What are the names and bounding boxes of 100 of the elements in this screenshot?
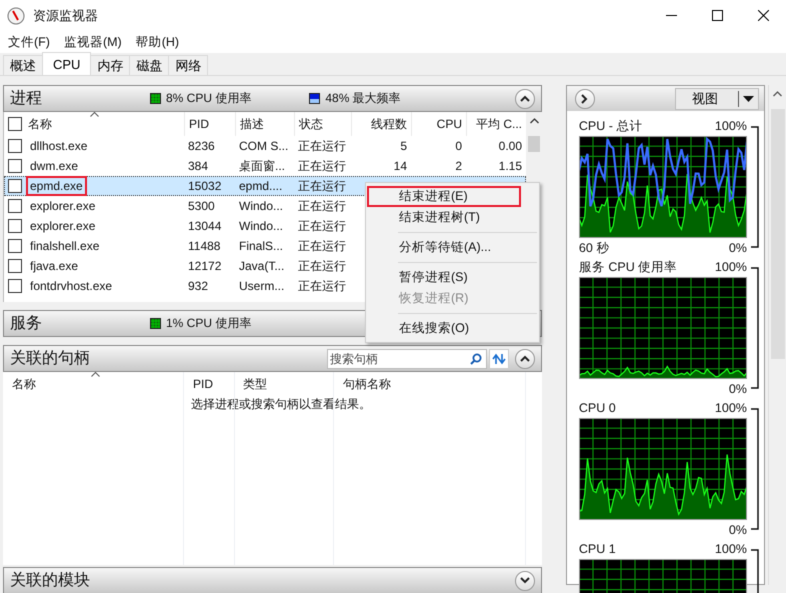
expand-button[interactable] [515, 570, 535, 590]
graph-title: CPU 0 [578, 401, 616, 415]
checkbox[interactable] [8, 159, 22, 173]
maximize-icon [712, 10, 722, 21]
column-header[interactable]: 句柄名称 [339, 372, 395, 396]
table-cell-text: 0 [454, 138, 463, 155]
section-title: 关联的句柄 [10, 348, 91, 369]
checkbox[interactable] [8, 199, 22, 213]
checkbox[interactable] [8, 179, 22, 193]
table-cell-text: Userm... [238, 278, 286, 295]
table-cell-text: 12172 [187, 258, 222, 275]
dropdown-arrow-icon [743, 96, 754, 102]
view-dropdown[interactable]: 视图 [675, 88, 760, 110]
table-cell-text: 384 [187, 158, 210, 175]
stat-text: 8% CPU 使用率 [166, 90, 252, 107]
table-cell-text: 932 [187, 278, 210, 295]
section-header[interactable]: 关联的模块 [3, 567, 542, 593]
menu-item[interactable]: 暂停进程(S) [366, 267, 539, 288]
search-icon [470, 352, 482, 364]
tab[interactable]: 内存 [90, 55, 130, 75]
section-title: 关联的模块 [10, 570, 91, 591]
menu-item[interactable]: 分析等待链(A)... [366, 237, 539, 258]
checkbox[interactable] [8, 259, 22, 273]
table-cell-text: 14 [392, 158, 408, 175]
column-header[interactable]: 状态 [294, 112, 351, 136]
table-cell-text: fontdrvhost.exe [29, 278, 114, 294]
table-cell-text: 2 [454, 158, 463, 175]
menu-item[interactable]: 在线搜索(O) [366, 318, 539, 339]
table-cell-text: dllhost.exe [29, 138, 88, 154]
menu-item[interactable]: 文件(F) [8, 34, 50, 50]
column-header[interactable]: 类型 [239, 372, 271, 396]
table-cell-text: FinalS... [238, 238, 284, 255]
table-cell-text: Windo... [238, 198, 284, 215]
graph-title: CPU 1 [578, 542, 616, 556]
table-cell-text: explorer.exe [29, 198, 96, 214]
checkbox[interactable] [8, 117, 22, 131]
column-header[interactable]: PID [184, 112, 235, 136]
section-title: 服务 [10, 314, 43, 334]
checkbox[interactable] [8, 279, 22, 293]
table-cell-text: 正在运行 [297, 158, 347, 174]
graph-max-label: 100% [714, 401, 747, 415]
tab[interactable]: CPU [42, 52, 92, 75]
stat-text: 48% 最大频率 [325, 90, 401, 107]
table-cell-text: explorer.exe [29, 218, 96, 234]
table-cell-text: 1.15 [498, 158, 523, 175]
section-header[interactable]: 进程 8% CPU 使用率 48% 最大频率 [3, 85, 542, 112]
expand-button[interactable] [574, 88, 595, 108]
collapse-button[interactable] [515, 348, 535, 368]
graph-title: CPU - 总计 [578, 118, 642, 134]
section-title: 进程 [10, 88, 43, 109]
section-header[interactable]: 关联的句柄 搜索句柄 [3, 345, 542, 372]
table-cell-text: 正在运行 [297, 218, 347, 234]
table-cell-text: 5 [399, 138, 408, 155]
table-cell-text: dwm.exe [29, 158, 80, 174]
checkbox[interactable] [8, 219, 22, 233]
table-cell-text: epmd.... [238, 178, 284, 195]
column-header[interactable]: 线程数 [351, 112, 411, 136]
column-header[interactable]: PID [189, 372, 218, 396]
checkbox[interactable] [8, 239, 22, 253]
sort-caret-icon [90, 112, 99, 117]
tab[interactable]: 概述 [3, 55, 43, 75]
table-cell-text: 桌面窗... [238, 158, 286, 174]
tab[interactable]: 网络 [168, 55, 208, 75]
table-cell-text: 正在运行 [297, 198, 347, 214]
checkbox[interactable] [8, 139, 22, 153]
chevron-up-icon [520, 355, 530, 362]
table-cell-text: 5300 [187, 198, 216, 215]
table-cell-text: 正在运行 [297, 278, 347, 294]
column-header[interactable]: 描述 [235, 112, 294, 136]
column-header[interactable]: 名称 [28, 116, 52, 132]
refresh-arrows-icon [492, 352, 506, 364]
graph-min-label: 0% [728, 241, 747, 255]
table-cell-text: COM S... [238, 138, 290, 155]
graph-title: 服务 CPU 使用率 [578, 258, 678, 276]
chevron-up-icon [520, 95, 530, 102]
collapse-button[interactable] [515, 88, 535, 108]
chevron-down-icon [520, 577, 530, 584]
graph-min-label: 0% [728, 382, 747, 396]
menu-item[interactable]: 帮助(H) [136, 34, 180, 50]
graph-max-label: 100% [714, 542, 747, 556]
table-cell-text: 8236 [187, 138, 216, 155]
table-cell-text: Java(T... [238, 258, 286, 275]
scroll-up-icon [530, 118, 538, 124]
stat-text: 1% CPU 使用率 [166, 315, 252, 332]
menu-item[interactable]: 监视器(M) [64, 34, 122, 50]
search-field[interactable]: 搜索句柄 [327, 348, 487, 368]
table-cell-text: 正在运行 [297, 258, 347, 274]
table-cell-text: 11488 [187, 238, 222, 255]
table-row[interactable]: dwm.exe 384 桌面窗... 正在运行 14 2 1.15 [4, 156, 526, 176]
column-header[interactable]: 名称 [8, 372, 40, 396]
graph-max-label: 100% [714, 119, 747, 133]
scroll-thumb[interactable] [528, 136, 540, 152]
column-header[interactable]: CPU [411, 112, 466, 136]
table-row[interactable]: dllhost.exe 8236 COM S... 正在运行 5 0 0.00 [4, 136, 526, 156]
table-cell: epmd.exe [28, 178, 85, 194]
graph-max-label: 100% [714, 260, 747, 274]
refresh-button[interactable] [489, 348, 509, 368]
menu-item[interactable]: 结束进程树(T) [366, 207, 539, 228]
window-title: 资源监视器 [33, 6, 98, 24]
table-cell-text: 15032 [187, 178, 222, 195]
